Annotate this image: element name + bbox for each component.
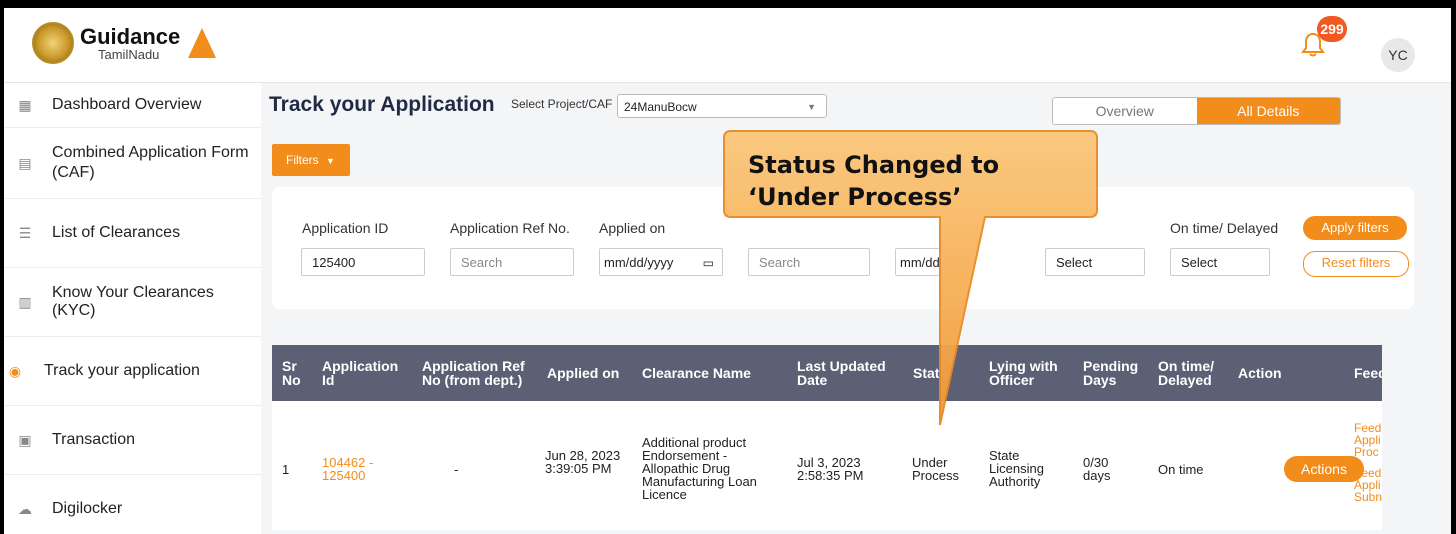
application-id-label: Application ID <box>302 220 389 236</box>
cell-applied-on: Jun 28, 2023 3:39:05 PM <box>545 448 621 476</box>
ontime-label: On time/ Delayed <box>1170 220 1279 236</box>
last-updated-date-input[interactable]: mm/dd <box>895 248 961 276</box>
sidebar: ▦ Dashboard Overview ▤ Combined Applicat… <box>4 83 261 534</box>
col-clearance: Clearance Name <box>642 365 751 381</box>
sidebar-item-label: Know Your Clearances (KYC) <box>51 284 214 319</box>
notification-badge: 299 <box>1317 16 1347 42</box>
app-ref-label: Application Ref No. <box>450 220 570 236</box>
sidebar-item-label: Digilocker <box>52 500 123 517</box>
sidebar-item-label: List of Clearances <box>52 224 181 241</box>
col-app-ref: Application Ref No (from dept.) <box>422 358 525 388</box>
avatar[interactable]: YC <box>1381 38 1415 72</box>
cell-ontime: On time <box>1158 462 1204 477</box>
list-icon: ☰ <box>18 225 32 241</box>
location-pin-icon: ◉ <box>8 363 22 379</box>
sidebar-item-kyc[interactable]: ▥ Know Your Clearances (KYC) <box>4 268 261 337</box>
calendar-icon: ▭ <box>702 256 714 270</box>
book-icon: ▥ <box>18 294 32 310</box>
brand-flag-icon <box>188 28 217 58</box>
sidebar-item-label: Dashboard Overview <box>52 96 202 113</box>
applied-on-date-input[interactable]: mm/dd/yyyy ▭ <box>599 248 723 276</box>
sidebar-item-dashboard[interactable]: ▦ Dashboard Overview <box>4 83 261 128</box>
transaction-icon: ▣ <box>18 432 32 448</box>
cell-clearance: Additional product Endorsement - Allopat… <box>642 435 757 502</box>
applied-on-label: Applied on <box>599 220 666 236</box>
col-ontime: On time/ Delayed <box>1158 358 1215 388</box>
sidebar-item-digilocker[interactable]: ☁ Digilocker <box>4 475 261 534</box>
select-project-label: Select Project/CAF <box>511 97 613 111</box>
cell-sr: 1 <box>282 462 290 477</box>
filters-button[interactable]: Filters ▼ <box>272 144 350 176</box>
callout-text: Status Changed to ‘Under Process’ <box>748 149 999 213</box>
dashboard-icon: ▦ <box>18 97 32 113</box>
feedback-link-submit[interactable]: Feed Appli Subn <box>1354 467 1382 503</box>
caret-down-icon: ▼ <box>326 156 335 166</box>
applied-on-date-placeholder: mm/dd/yyyy <box>604 255 674 270</box>
sidebar-item-caf[interactable]: ▤ Combined Application Form (CAF) <box>4 128 261 199</box>
table-header: Sr No Application Id Application Ref No … <box>272 345 1382 401</box>
applications-table: Sr No Application Id Application Ref No … <box>272 345 1382 530</box>
sidebar-item-label: Combined Application Form (CAF) <box>52 144 249 181</box>
col-pending: Pending Days <box>1083 358 1139 388</box>
view-toggle: Overview All Details <box>1052 97 1341 125</box>
sidebar-item-label: Transaction <box>52 431 135 448</box>
chevron-down-icon: ▼ <box>807 102 816 112</box>
application-id-field[interactable]: 125400 <box>301 248 425 276</box>
emblem-icon <box>32 22 74 64</box>
cell-last-updated: Jul 3, 2023 2:58:35 PM <box>797 455 864 483</box>
cell-pending: 0/30 days <box>1083 455 1111 483</box>
sidebar-item-transaction[interactable]: ▣ Transaction <box>4 406 261 475</box>
tab-overview[interactable]: Overview <box>1053 98 1197 124</box>
sidebar-item-clearances[interactable]: ☰ List of Clearances <box>4 199 261 268</box>
col-lying-with: Lying with Officer <box>989 358 1058 388</box>
cell-status: Under Process <box>912 455 959 483</box>
col-last-updated: Last Updated Date <box>797 358 886 388</box>
col-app-id: Application Id <box>322 358 399 388</box>
cell-app-ref: - <box>454 462 459 477</box>
brand-name: Guidance <box>80 23 181 49</box>
document-icon: ▤ <box>18 155 32 171</box>
filters-label: Filters <box>286 153 319 167</box>
col-feedback: Feed <box>1354 365 1382 381</box>
col-sr: Sr No <box>282 358 301 388</box>
sidebar-item-label: Track your application <box>44 362 200 379</box>
clearance-search-input[interactable]: Search <box>748 248 870 276</box>
cell-lying-with: State Licensing Authority <box>989 448 1044 489</box>
lying-with-select[interactable]: Select <box>1045 248 1145 276</box>
callout-line-2: ‘Under Process’ <box>748 183 962 211</box>
col-applied-on: Applied on <box>547 365 620 381</box>
cell-app-id-link[interactable]: 104462 - 125400 <box>322 456 394 482</box>
sidebar-item-track[interactable]: ◉ Track your application <box>4 337 261 406</box>
tab-all-details[interactable]: All Details <box>1196 98 1340 124</box>
callout-line-1: Status Changed to <box>748 151 1000 179</box>
reset-filters-button[interactable]: Reset filters <box>1303 251 1409 277</box>
cloud-icon: ☁ <box>18 501 32 517</box>
brand-sub: TamilNadu <box>98 46 160 62</box>
brand-logo[interactable]: Guidance TamilNadu <box>32 22 217 64</box>
top-bar: Guidance TamilNadu 299 YC <box>4 8 1451 83</box>
col-action: Action <box>1238 365 1282 381</box>
project-select[interactable]: 24ManuBocw ▼ <box>617 94 827 118</box>
actions-button[interactable]: Actions <box>1284 456 1364 482</box>
apply-filters-button[interactable]: Apply filters <box>1303 216 1407 240</box>
app-ref-search-input[interactable]: Search <box>450 248 574 276</box>
app-frame: Guidance TamilNadu 299 YC ▦ Dashboard Ov… <box>4 8 1451 534</box>
project-select-value: 24ManuBocw <box>624 100 697 114</box>
col-status: Stat <box>913 365 940 381</box>
ontime-select[interactable]: Select <box>1170 248 1270 276</box>
feedback-link-process[interactable]: Feed Appli Proc <box>1354 422 1382 458</box>
page-title: Track your Application <box>269 93 495 116</box>
